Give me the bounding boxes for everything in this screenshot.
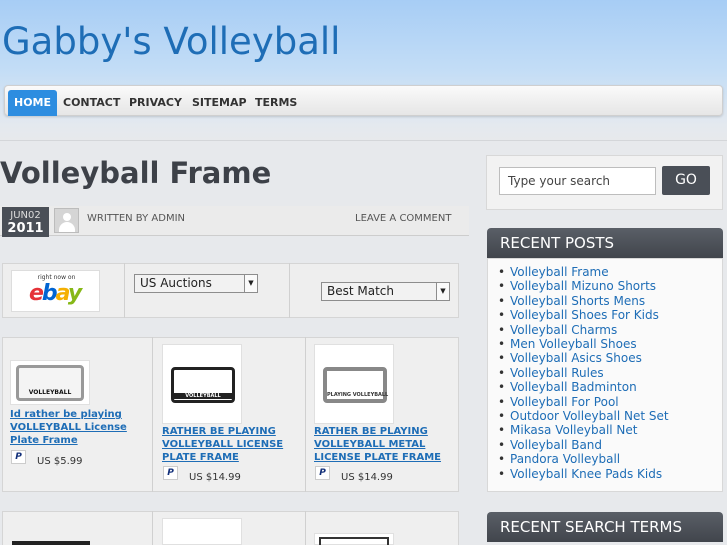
- auction-sort-value: Best Match: [327, 284, 395, 298]
- auction-sort-select[interactable]: Best Match ▼: [321, 282, 450, 301]
- product-price: US $14.99: [189, 472, 241, 483]
- plate-text: PLAYING VOLLEYBALL: [327, 392, 389, 398]
- avatar-head-shape: [63, 213, 71, 221]
- avatar-body-shape: [59, 222, 75, 232]
- auction-divider: [289, 263, 290, 318]
- recent-post-item[interactable]: • Volleyball Shoes For Kids: [498, 308, 669, 322]
- plate-text: VOLLEYBALL: [174, 393, 232, 399]
- product-price: US $5.99: [37, 456, 83, 467]
- post-title[interactable]: Volleyball Frame: [0, 156, 271, 190]
- search-go-button[interactable]: GO: [662, 166, 710, 195]
- ebay-wordmark: ebay: [29, 281, 82, 306]
- auction-divider: [124, 263, 125, 318]
- recent-post-item[interactable]: • Volleyball Asics Shoes: [498, 351, 669, 365]
- license-plate-frame-shape: VOLLEYBALL: [16, 365, 84, 401]
- product-image[interactable]: VOLLEYBALL: [162, 344, 242, 424]
- recent-posts-heading: RECENT POSTS: [487, 228, 723, 258]
- plate-text: VOLLEYBALL: [28, 389, 72, 396]
- search-input[interactable]: Type your search: [499, 167, 656, 195]
- product-image[interactable]: [162, 518, 242, 545]
- author-avatar: [54, 208, 79, 233]
- recent-post-item[interactable]: • Volleyball Badminton: [498, 380, 669, 394]
- recent-post-item[interactable]: • Volleyball For Pool: [498, 395, 669, 409]
- product-price: US $14.99: [341, 472, 393, 483]
- paypal-icon: P: [315, 466, 330, 480]
- leave-comment-link[interactable]: LEAVE A COMMENT: [355, 213, 451, 224]
- product-divider: [305, 337, 306, 492]
- ebay-tagline: right now on: [37, 274, 76, 281]
- recent-post-item[interactable]: • Volleyball Charms: [498, 323, 669, 337]
- site-title[interactable]: Gabby's Volleyball: [2, 20, 340, 63]
- product-image[interactable]: [314, 533, 394, 545]
- recent-search-terms-heading: RECENT SEARCH TERMS: [487, 512, 723, 542]
- nav-item-home[interactable]: HOME: [8, 90, 57, 116]
- license-plate-frame-shape: PLAYING VOLLEYBALL: [323, 367, 389, 403]
- license-plate-frame-shape: VOLLEYBALL: [171, 367, 235, 403]
- recent-post-item[interactable]: • Volleyball Rules: [498, 366, 669, 380]
- nav-item-terms[interactable]: TERMS: [255, 90, 297, 116]
- product-title-link[interactable]: RATHER BE PLAYING VOLLEYBALL METAL LICEN…: [314, 425, 449, 464]
- product-image[interactable]: VOLLEYBALL: [10, 360, 90, 405]
- post-date-month: JUN02: [10, 210, 41, 221]
- post-author: WRITTEN BY ADMIN: [87, 213, 186, 224]
- recent-post-item[interactable]: • Men Volleyball Shoes: [498, 337, 669, 351]
- ebay-logo[interactable]: right now on ebay: [11, 270, 100, 312]
- recent-post-item[interactable]: • Pandora Volleyball: [498, 452, 669, 466]
- license-plate-frame-shape: [319, 537, 389, 545]
- post-date-year: 2011: [7, 221, 44, 236]
- nav-item-privacy[interactable]: PRIVACY: [129, 90, 182, 116]
- dropdown-arrow-icon: ▼: [244, 275, 257, 292]
- product-image[interactable]: [12, 541, 90, 545]
- paypal-icon: P: [11, 450, 26, 464]
- paypal-icon: P: [163, 466, 178, 480]
- recent-post-item[interactable]: • Outdoor Volleyball Net Set: [498, 409, 669, 423]
- recent-post-item[interactable]: • Volleyball Mizuno Shorts: [498, 279, 669, 293]
- product-divider: [305, 511, 306, 545]
- auction-source-value: US Auctions: [140, 276, 212, 290]
- recent-post-item[interactable]: • Mikasa Volleyball Net: [498, 423, 669, 437]
- recent-post-item[interactable]: • Volleyball Knee Pads Kids: [498, 467, 669, 481]
- header-divider: [0, 140, 727, 141]
- main-navigation: HOME CONTACT PRIVACY SITEMAP TERMS: [4, 85, 723, 116]
- recent-post-item[interactable]: • Volleyball Shorts Mens: [498, 294, 669, 308]
- post-date: JUN02 2011: [2, 207, 49, 237]
- product-title-link[interactable]: Id rather be playing VOLLEYBALL License …: [10, 408, 130, 447]
- dropdown-arrow-icon: ▼: [436, 283, 449, 300]
- product-image[interactable]: PLAYING VOLLEYBALL: [314, 344, 394, 424]
- nav-item-sitemap[interactable]: SITEMAP: [192, 90, 247, 116]
- nav-item-contact[interactable]: CONTACT: [63, 90, 120, 116]
- product-divider: [152, 511, 153, 545]
- recent-posts-list: • Volleyball Frame • Volleyball Mizuno Sho…: [498, 265, 669, 481]
- auction-source-select[interactable]: US Auctions ▼: [134, 274, 258, 293]
- product-title-link[interactable]: RATHER BE PLAYING VOLLEYBALL LICENSE PLA…: [162, 425, 297, 464]
- product-divider: [152, 337, 153, 492]
- recent-post-item[interactable]: • Volleyball Frame: [498, 265, 669, 279]
- recent-post-item[interactable]: • Volleyball Band: [498, 438, 669, 452]
